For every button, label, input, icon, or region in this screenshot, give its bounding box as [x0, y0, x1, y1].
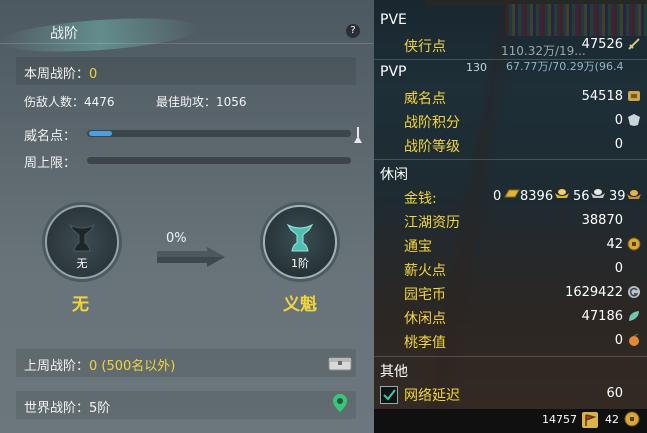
pvp-score-label: 战阶积分 — [404, 115, 460, 131]
pvp-score-value: 0 — [614, 113, 623, 128]
cap-marker-icon — [354, 127, 362, 143]
coin-icon — [627, 237, 641, 251]
prestige-icon — [628, 91, 640, 101]
current-rank-emblem[interactable]: 无 — [45, 205, 119, 279]
bg-hp-readout: 110.32万/19... — [501, 44, 586, 58]
money-silver-value: 8396 — [520, 189, 554, 204]
progress-percent: 0% — [166, 231, 187, 246]
bottom-left-value: 14757 — [542, 413, 577, 426]
other-header: 其他 — [380, 364, 408, 380]
kills-label: 伤敌人数： — [24, 95, 85, 109]
kills-stat: 伤敌人数：4476 — [24, 93, 115, 110]
leaf-icon — [629, 311, 639, 321]
pvp-prestige-label: 威名点 — [404, 91, 446, 107]
pve-divider — [374, 59, 647, 60]
g-coin-icon — [628, 286, 640, 298]
money-gold-value: 0 — [493, 189, 502, 204]
leisure-item-4-value: 47186 — [581, 309, 623, 324]
this-week-rank: 本周战阶：0 — [24, 63, 97, 82]
leisure-item-3-value: 1629422 — [565, 285, 623, 300]
last-week-label: 上周战阶： — [24, 359, 90, 374]
leisure-item-4-label: 休闲点 — [404, 311, 446, 327]
prestige-bar — [87, 130, 351, 137]
jade-chalice-icon — [286, 223, 314, 252]
world-rank-label: 世界战阶： — [24, 401, 90, 416]
bg-level-readout: 130 — [466, 61, 487, 74]
this-week-rank-label: 本周战阶： — [24, 67, 90, 82]
this-week-rank-value: 0 — [89, 67, 98, 82]
bottom-right-value: 42 — [605, 413, 619, 426]
pvp-header: PVP — [380, 64, 407, 80]
other-item-value: 60 — [606, 386, 623, 401]
money-ingot-b-value: 39 — [609, 189, 626, 204]
prestige-bar-fill — [89, 131, 112, 136]
network-latency-checkbox[interactable] — [380, 386, 398, 404]
copper-ingot-icon — [627, 190, 641, 199]
leisure-item-0-value: 38870 — [581, 213, 623, 228]
pve-header: PVE — [380, 12, 407, 28]
kills-value: 4476 — [84, 95, 115, 109]
pve-item-label: 侠行点 — [404, 39, 446, 55]
chest-icon[interactable] — [328, 355, 352, 371]
gold-ingot-icon — [555, 189, 569, 198]
world-rank-value: 5阶 — [89, 401, 111, 416]
leisure-item-5-value: 0 — [614, 333, 623, 348]
last-week-rank: 上周战阶：0 (500名以外) — [24, 355, 175, 374]
flag-icon[interactable] — [581, 411, 599, 429]
money-label: 金钱: — [404, 191, 437, 207]
chalice-icon — [68, 223, 96, 252]
pvp-level-label: 战阶等级 — [404, 139, 460, 155]
best-assist-stat: 最佳助攻：1056 — [156, 93, 247, 110]
sword-icon — [628, 38, 640, 50]
help-icon[interactable]: ? — [346, 24, 360, 38]
best-assist-label: 最佳助攻： — [156, 95, 217, 109]
leisure-item-5-label: 桃李值 — [404, 335, 446, 351]
next-rank-level: 1阶 — [291, 257, 309, 270]
leisure-divider — [374, 356, 647, 357]
silver-ingot-icon — [591, 189, 605, 198]
money-ingot-a-value: 56 — [573, 189, 590, 204]
weekly-cap-label: 周上限： — [24, 156, 77, 171]
peach-icon — [629, 334, 639, 346]
bottom-coin-icon[interactable] — [624, 411, 640, 427]
location-pin-icon[interactable] — [332, 393, 348, 413]
prestige-label: 威名点： — [24, 129, 77, 144]
gold-bar-icon — [504, 189, 520, 198]
pvp-level-value: 0 — [614, 137, 623, 152]
leisure-item-1-label: 通宝 — [404, 239, 432, 255]
best-assist-value: 1056 — [216, 95, 247, 109]
title-decoration — [0, 13, 201, 57]
leisure-item-2-value: 0 — [614, 261, 623, 276]
current-rank-name: 无 — [72, 295, 89, 315]
pvp-divider — [374, 159, 647, 160]
header-divider — [0, 43, 374, 44]
crest-icon — [628, 114, 640, 126]
rank-panel: 战阶 ? 本周战阶：0 伤敌人数：4476 最佳助攻：1056 威名点： 周上限… — [0, 0, 374, 433]
next-rank-emblem[interactable]: 1阶 — [263, 205, 337, 279]
arrow-right-icon — [157, 247, 225, 267]
current-rank-level: 无 — [76, 257, 88, 270]
leisure-item-1-value: 42 — [606, 237, 623, 252]
panel-title: 战阶 — [50, 26, 78, 42]
pve-item-value: 47526 — [581, 37, 623, 52]
checkmark-icon — [383, 389, 396, 401]
next-rank-name: 义魁 — [283, 295, 317, 315]
leisure-header: 休闲 — [380, 167, 408, 183]
weekly-cap-bar — [87, 157, 351, 164]
last-week-value: 0 (500名以外) — [89, 359, 176, 374]
pvp-prestige-value: 54518 — [581, 89, 623, 104]
leisure-item-2-label: 薪火点 — [404, 263, 446, 279]
leisure-item-3-label: 园宅币 — [404, 287, 446, 303]
other-item-label: 网络延迟 — [404, 388, 460, 404]
bg-mp-readout: 67.77万/70.29万(96.4 — [506, 60, 624, 73]
world-rank: 世界战阶：5阶 — [24, 397, 110, 416]
currency-panel: 110.32万/19... 67.77万/70.29万(96.4 130 PVE… — [374, 0, 647, 433]
leisure-item-0-label: 江湖资历 — [404, 215, 460, 231]
